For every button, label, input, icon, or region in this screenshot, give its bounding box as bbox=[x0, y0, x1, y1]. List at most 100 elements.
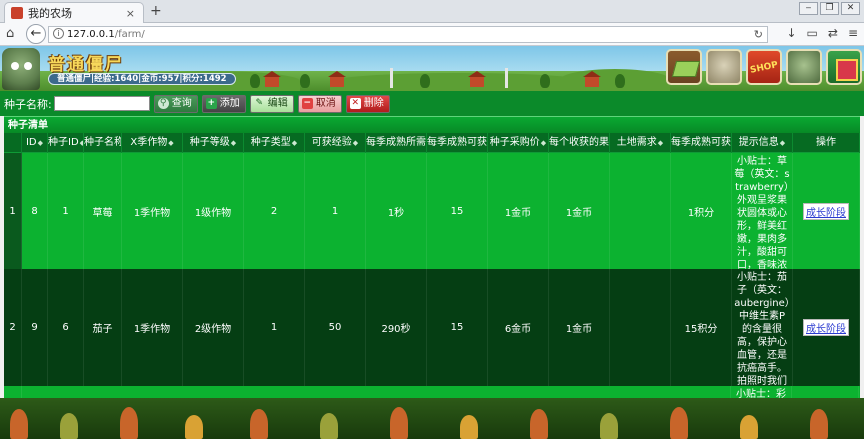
hill-decoration bbox=[330, 73, 590, 91]
site-info-icon[interactable]: i bbox=[53, 28, 64, 39]
zombie-icon[interactable] bbox=[706, 49, 742, 85]
cell-tip: 小贴士：草莓（英文：strawberry）外观呈浆果状圆体或心形，鲜美红嫩，果肉… bbox=[732, 153, 793, 269]
delete-icon: ✕ bbox=[349, 98, 361, 109]
download-icon[interactable]: ↓ bbox=[786, 26, 796, 40]
header-seed-name[interactable]: 种子名称◆ bbox=[84, 133, 122, 153]
cell-fruit-price: 1金币 bbox=[549, 153, 610, 269]
cancel-button[interactable]: − 取消 bbox=[297, 94, 342, 113]
plant-decoration bbox=[810, 409, 828, 439]
gift-icon[interactable] bbox=[826, 49, 862, 85]
house-decoration bbox=[328, 71, 346, 87]
seed-name-label: 种子名称: bbox=[4, 97, 52, 111]
cell-seed-name: 草莓 bbox=[84, 153, 122, 269]
cell-land bbox=[610, 269, 671, 386]
add-button[interactable]: + 添加 bbox=[201, 94, 246, 113]
close-window-icon[interactable]: ✕ bbox=[841, 2, 860, 15]
plant-decoration bbox=[670, 407, 688, 439]
new-tab-icon[interactable]: + bbox=[150, 3, 162, 19]
edit-button[interactable]: ✎ 编辑 bbox=[249, 94, 294, 113]
url-path: /farm/ bbox=[114, 29, 145, 40]
pencil-icon: ✎ bbox=[255, 98, 263, 108]
header-time[interactable]: 每季成熟所需时间 bbox=[366, 133, 427, 153]
header-rownum bbox=[4, 133, 22, 153]
url-host: 127.0.0.1 bbox=[67, 29, 115, 40]
cell-seed-id: 6 bbox=[48, 269, 84, 386]
cancel-icon: − bbox=[301, 98, 313, 109]
table-row[interactable]: 1 8 1 草莓 1季作物 1级作物 2 1 1秒 15 1金币 1金币 1积分… bbox=[4, 153, 860, 269]
sync-icon[interactable]: ⇄ bbox=[828, 26, 838, 40]
maximize-icon[interactable]: ❐ bbox=[820, 2, 839, 15]
header-type[interactable]: 种子类型◆ bbox=[244, 133, 305, 153]
search-button-label: 查询 bbox=[171, 97, 192, 109]
search-button[interactable]: ⚲ 查询 bbox=[153, 94, 198, 113]
favicon-icon bbox=[11, 7, 23, 19]
cell-season: 1季作物 bbox=[122, 269, 183, 386]
address-field[interactable]: i 127.0.0.1/farm/ ↻ bbox=[48, 26, 768, 43]
reader-icon[interactable]: ▭ bbox=[807, 26, 818, 40]
windmill-decoration bbox=[390, 68, 393, 88]
cell-seed-id: 1 bbox=[48, 153, 84, 269]
add-button-label: 添加 bbox=[219, 97, 240, 109]
zombie-avatar bbox=[2, 48, 40, 90]
cell-tip: 小贴士：彩椒 bbox=[731, 386, 792, 398]
header-seed-id[interactable]: 种子ID◆ bbox=[48, 133, 84, 153]
header-points[interactable]: 每季成熟可获积分 bbox=[671, 133, 732, 153]
delete-button[interactable]: ✕ 删除 bbox=[345, 94, 390, 113]
plant-decoration bbox=[460, 415, 478, 439]
grid-header: ID◆ 种子ID◆ 种子名称◆ X季作物◆ 种子等级◆ 种子类型◆ 可获经验◆ … bbox=[4, 133, 860, 153]
header-level[interactable]: 种子等级◆ bbox=[183, 133, 244, 153]
shop-icon[interactable]: SHOP bbox=[746, 49, 782, 85]
header-id[interactable]: ID◆ bbox=[22, 133, 48, 153]
cell-level: 2级作物 bbox=[183, 269, 244, 386]
plant-decoration bbox=[600, 413, 618, 439]
search-toolbar: 种子名称: ⚲ 查询 + 添加 ✎ 编辑 − 取消 ✕ 删除 bbox=[0, 91, 864, 116]
house-decoration bbox=[583, 71, 601, 87]
header-land[interactable]: 土地需求◆ bbox=[610, 133, 671, 153]
browser-tools: ↓ ▭ ⇄ ≡ bbox=[786, 26, 858, 40]
browser-tab[interactable]: 我的农场 × bbox=[4, 2, 144, 23]
cell-level: 1级作物 bbox=[183, 153, 244, 269]
header-price[interactable]: 种子采购价◆ bbox=[488, 133, 549, 153]
header-tip[interactable]: 提示信息◆ bbox=[732, 133, 793, 153]
farm-icon[interactable] bbox=[666, 49, 702, 85]
house-decoration bbox=[468, 71, 486, 87]
tab-close-icon[interactable]: × bbox=[126, 7, 135, 20]
growth-stage-link[interactable]: 成长阶段 bbox=[803, 202, 849, 220]
cell-action: 成长阶段 bbox=[793, 153, 860, 269]
cell-action: 成长阶段 bbox=[793, 269, 860, 386]
growth-stage-link[interactable]: 成长阶段 bbox=[803, 319, 849, 336]
game-nav: SHOP bbox=[666, 49, 862, 85]
user-stats: 普通僵尸|经验:1640|金币:957|积分:1492 bbox=[48, 73, 236, 85]
panel-title: 种子清单 bbox=[4, 116, 860, 133]
row-number: 1 bbox=[4, 153, 22, 269]
cell-exp: 50 bbox=[305, 269, 366, 386]
header-exp[interactable]: 可获经验◆ bbox=[305, 133, 366, 153]
plant-decoration bbox=[390, 407, 408, 439]
plant-decoration bbox=[10, 409, 28, 439]
plant-decoration bbox=[530, 409, 548, 439]
header-fruit-price[interactable]: 每个收获的果实 bbox=[549, 133, 610, 153]
header-season[interactable]: X季作物◆ bbox=[122, 133, 183, 153]
tree-decoration bbox=[300, 74, 310, 88]
url-bar: ⌂ ← i 127.0.0.1/farm/ ↻ ↓ ▭ ⇄ ≡ bbox=[0, 23, 864, 46]
reload-icon[interactable]: ↻ bbox=[754, 27, 763, 42]
seed-name-input[interactable] bbox=[53, 96, 150, 111]
search-icon: ⚲ bbox=[157, 98, 169, 109]
header-fruit[interactable]: 每季成熟可获果实 bbox=[427, 133, 488, 153]
row-number bbox=[4, 386, 22, 398]
zombie-head-icon[interactable] bbox=[786, 49, 822, 85]
browser-tabbar: 我的农场 × + ‒ ❐ ✕ bbox=[0, 0, 864, 23]
minimize-icon[interactable]: ‒ bbox=[799, 2, 818, 15]
tree-decoration bbox=[615, 74, 625, 88]
menu-icon[interactable]: ≡ bbox=[848, 26, 858, 40]
cell-price: 1金币 bbox=[488, 153, 549, 269]
home-icon[interactable]: ⌂ bbox=[6, 26, 14, 41]
cell-land bbox=[610, 153, 671, 269]
back-icon[interactable]: ← bbox=[26, 24, 46, 44]
tab-title: 我的农场 bbox=[28, 7, 72, 20]
windmill-decoration bbox=[505, 68, 508, 88]
cell-exp: 1 bbox=[305, 153, 366, 269]
edit-button-label: 编辑 bbox=[267, 97, 288, 109]
table-row[interactable]: 小贴士：彩椒 bbox=[4, 386, 860, 398]
table-row[interactable]: 2 9 6 茄子 1季作物 2级作物 1 50 290秒 15 6金币 1金币 … bbox=[4, 269, 860, 386]
